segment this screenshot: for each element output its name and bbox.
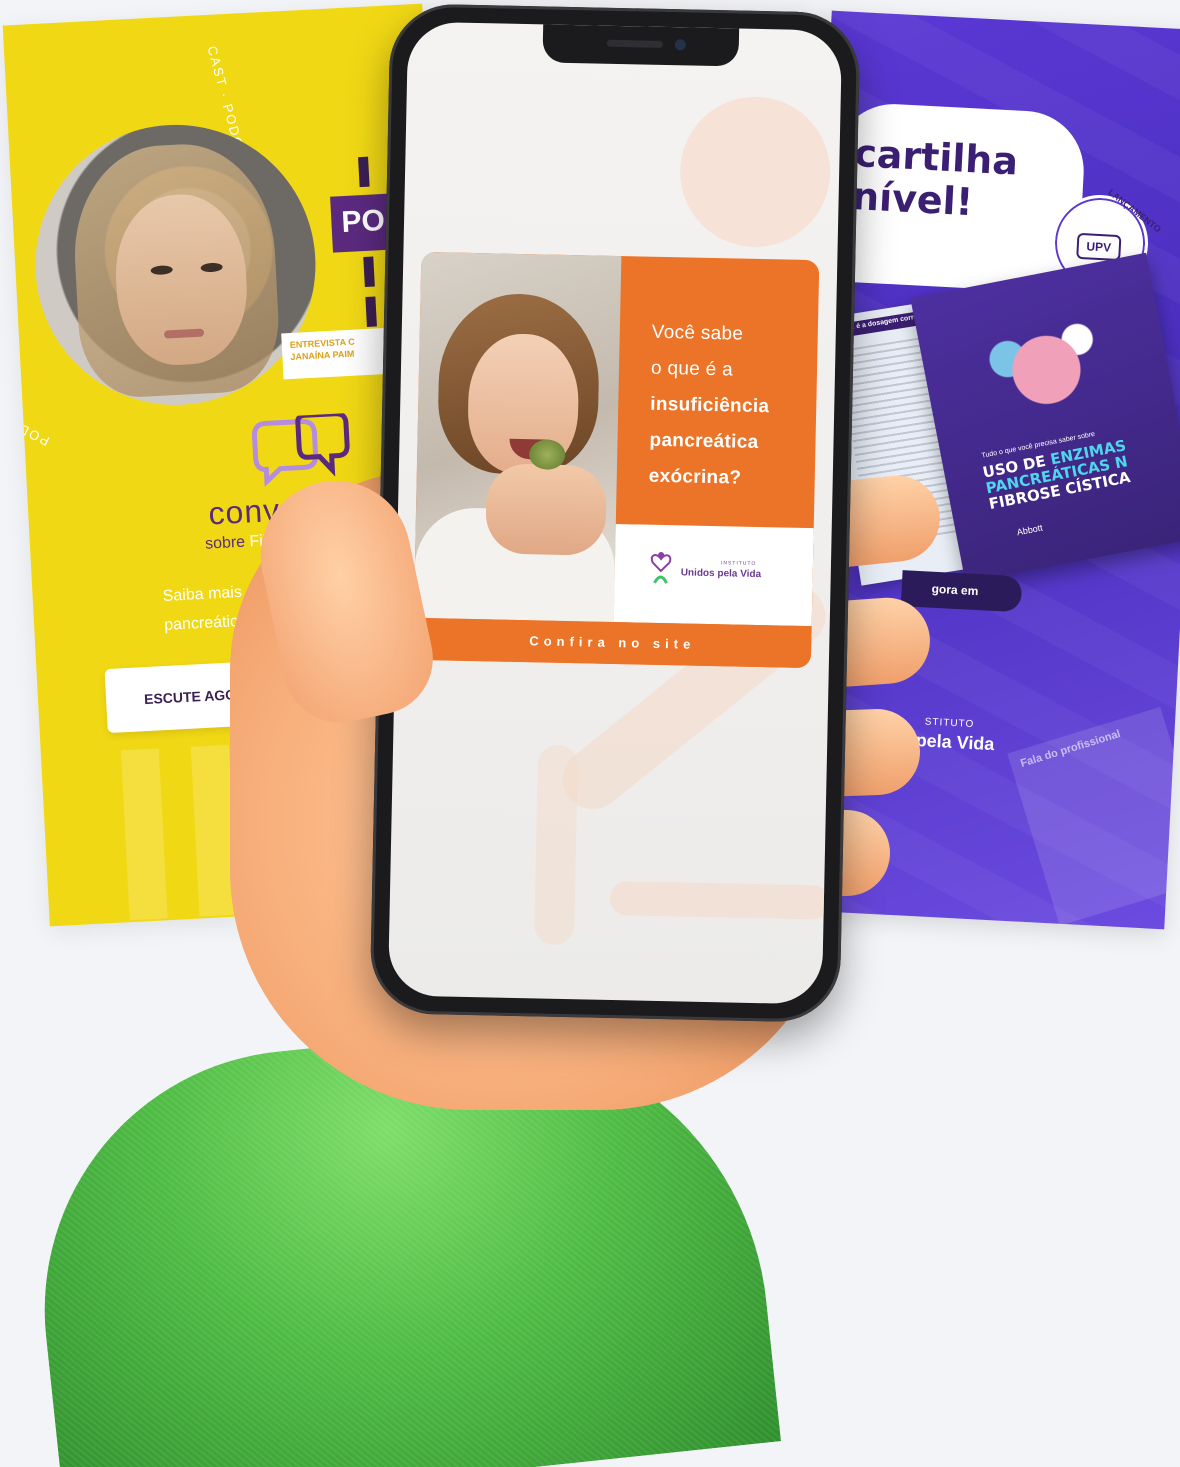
download-now-button[interactable]: gora em [900, 570, 1023, 613]
org-name: pela Vida [915, 730, 995, 755]
check-site-button[interactable]: Confira no site [412, 617, 812, 669]
illustration-icon [945, 287, 1146, 441]
camera-icon [674, 39, 686, 51]
phone-notch [542, 24, 740, 67]
upv-logo-icon: UPV [1076, 232, 1122, 262]
speaker-icon [606, 39, 663, 48]
guest-avatar [28, 117, 323, 413]
phone-screen: Você sabe o que é a insuficiência pancre… [387, 21, 843, 1005]
smartphone: Você sabe o que é a insuficiência pancre… [369, 3, 861, 1023]
ad-question: Você sabe o que é a insuficiência pancre… [648, 321, 770, 489]
booklet-headline: cartilha nível! [851, 131, 1020, 224]
ad-banner[interactable]: Você sabe o que é a insuficiência pancre… [412, 251, 820, 669]
ring-text-bottom: PODCAST · [2, 395, 52, 449]
org-logo: INSTITUTO Unidos pela Vida [613, 524, 814, 627]
child-photo [413, 251, 622, 622]
sponsor-logo: Abbott [1015, 522, 1044, 538]
heart-person-icon [650, 551, 672, 584]
